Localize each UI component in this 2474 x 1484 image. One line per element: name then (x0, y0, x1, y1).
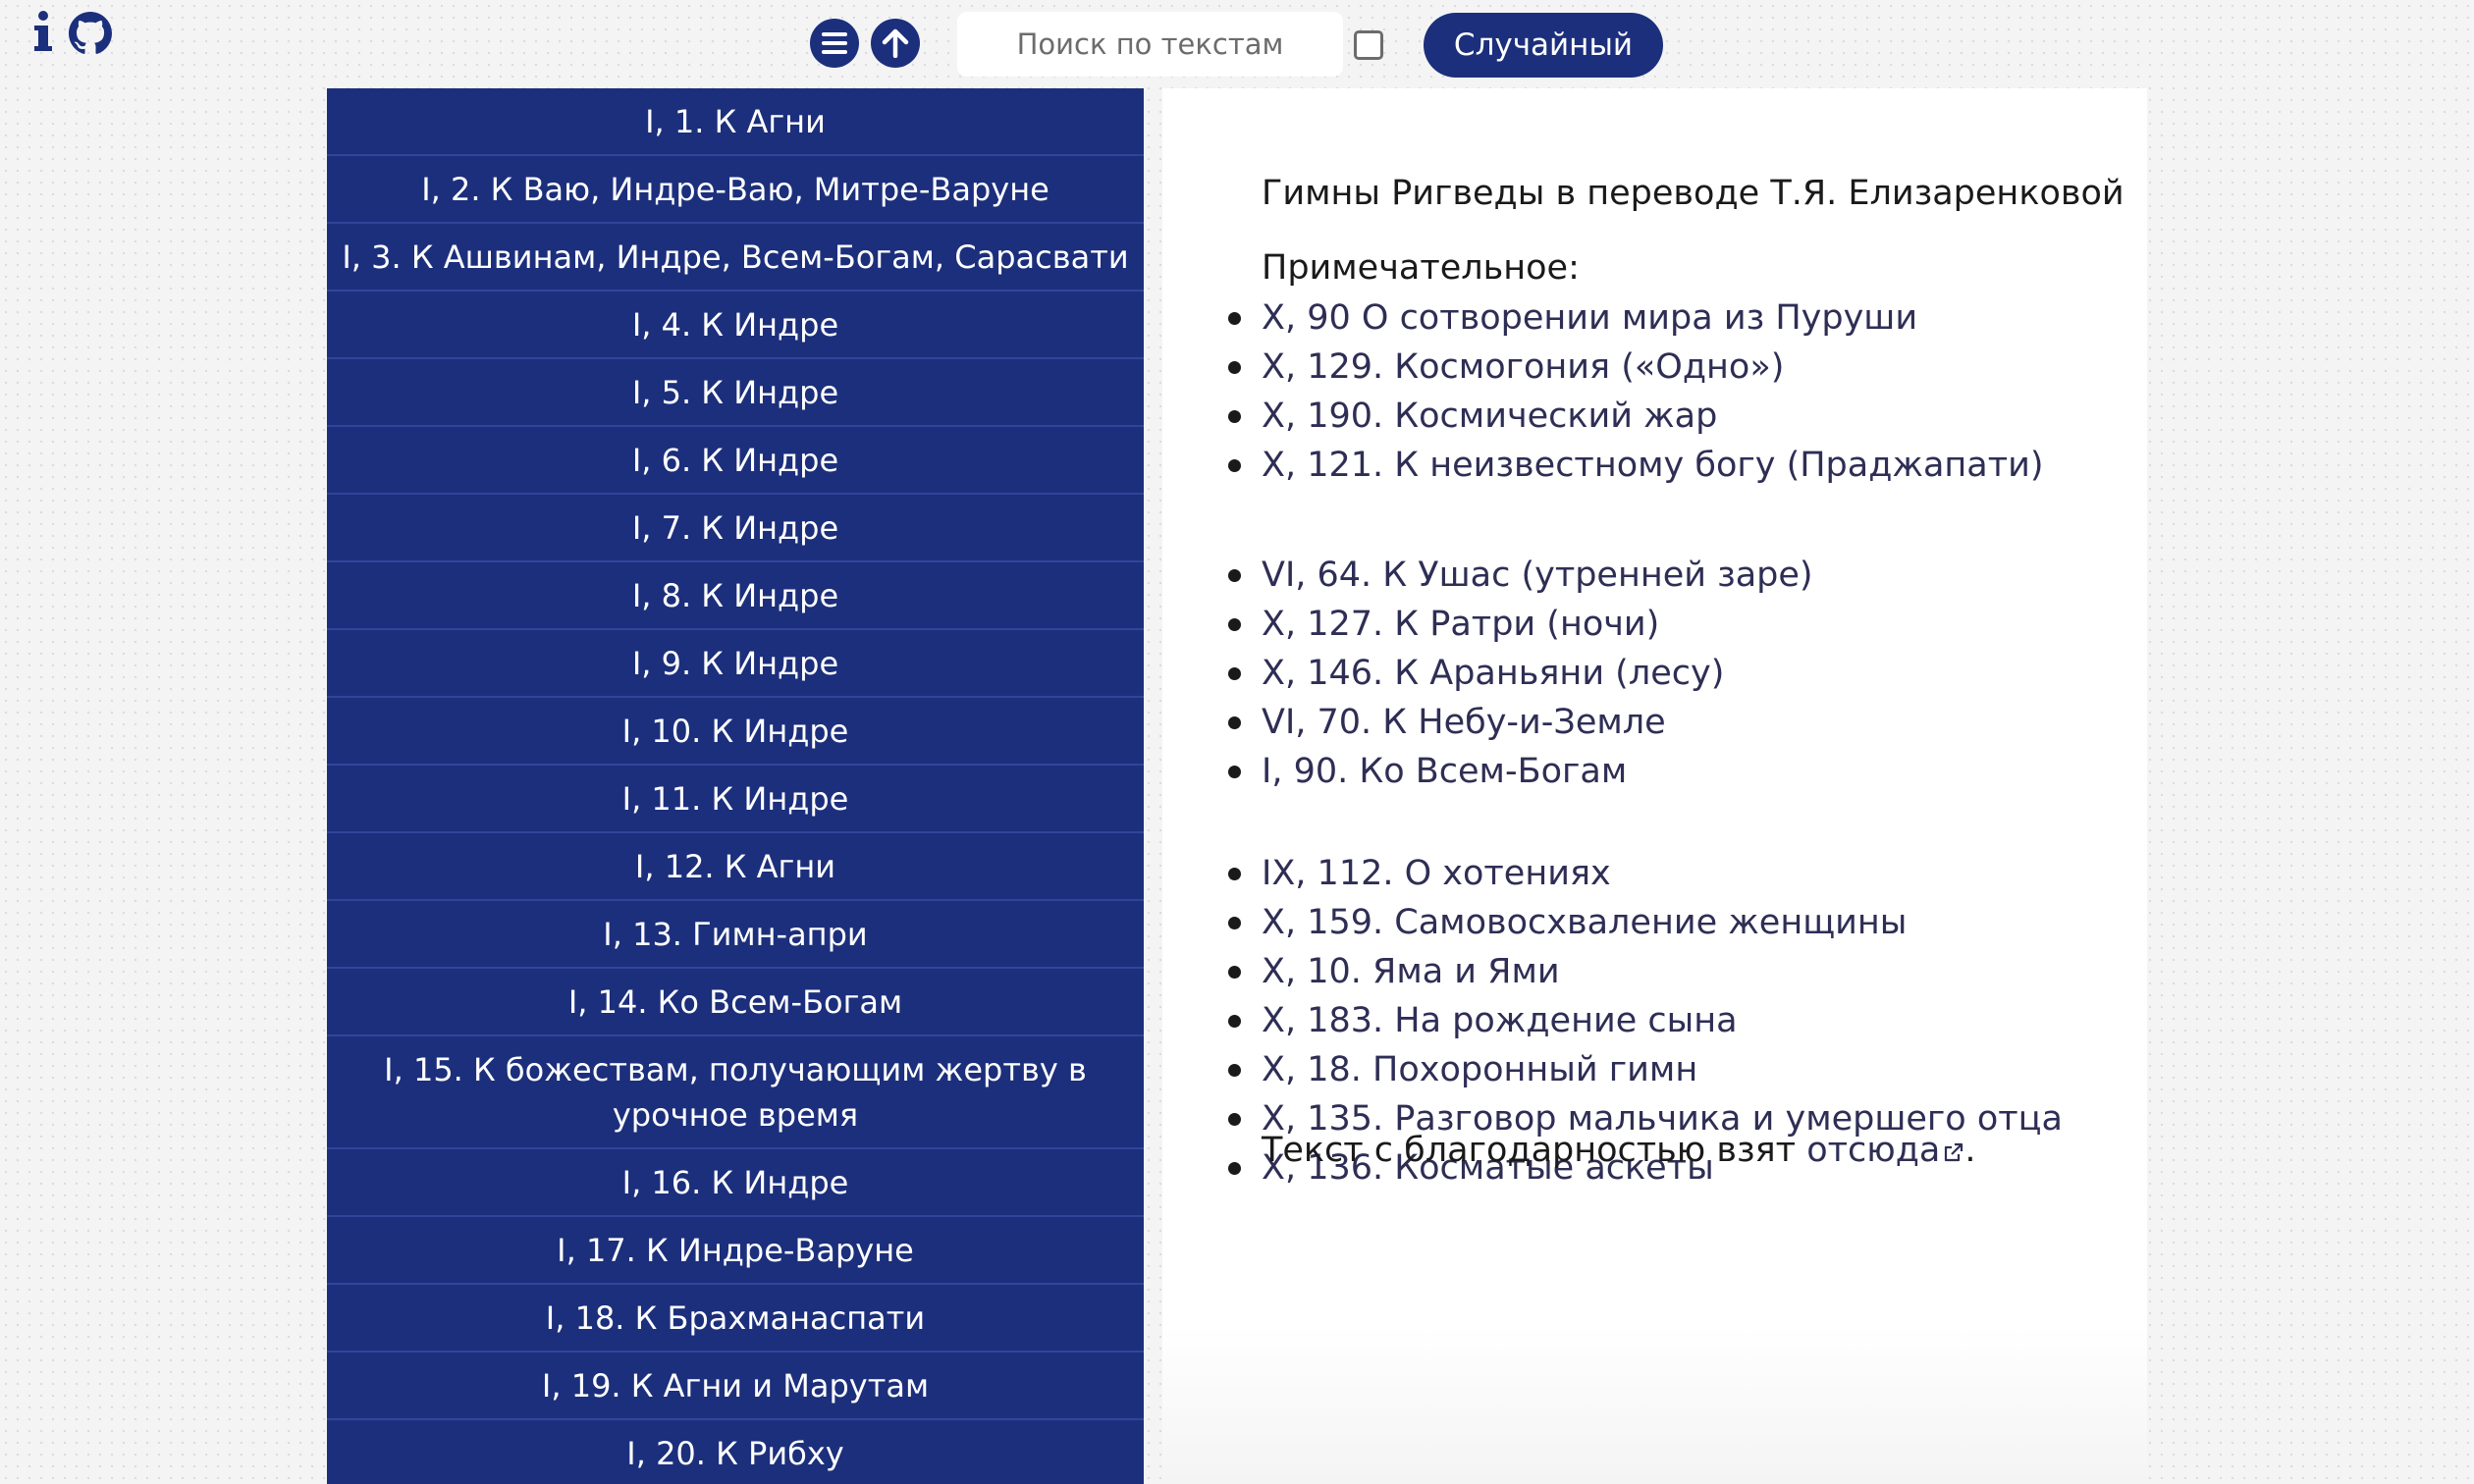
notable-link[interactable]: X, 10. Яма и Ями (1228, 947, 2063, 996)
sidebar-item[interactable]: I, 1. К Агни (327, 88, 1144, 156)
scroll-up-button[interactable] (871, 19, 920, 68)
sidebar-item[interactable]: I, 19. К Агни и Марутам (327, 1352, 1144, 1420)
sidebar-item[interactable]: I, 8. К Индре (327, 562, 1144, 630)
search-input[interactable] (957, 12, 1343, 77)
sidebar-item[interactable]: I, 17. К Индре-Варуне (327, 1217, 1144, 1285)
search-options-checkbox[interactable] (1354, 30, 1383, 60)
sidebar-item[interactable]: I, 9. К Индре (327, 630, 1144, 698)
content-panel: Гимны Ригведы в переводе Т.Я. Елизаренко… (1162, 88, 2147, 1484)
external-link-icon (1945, 1142, 1963, 1162)
notable-heading: Примечательное: (1262, 248, 1580, 288)
sidebar-item[interactable]: I, 11. К Индре (327, 766, 1144, 833)
sidebar-item[interactable]: I, 12. К Агни (327, 833, 1144, 901)
arrow-up-icon (882, 28, 909, 58)
credit-label: Текст с благодарностью взят (1262, 1131, 1807, 1170)
sidebar-item[interactable]: I, 5. К Индре (327, 359, 1144, 427)
notable-list-group-2: VI, 64. К Ушас (утренней заре) X, 127. К… (1228, 551, 1813, 796)
credit-end: . (1964, 1131, 1976, 1170)
notable-link[interactable]: I, 90. Ко Всем-Богам (1228, 747, 1813, 796)
random-button[interactable]: Случайный (1424, 13, 1663, 78)
notable-link[interactable]: VI, 70. К Небу-и-Земле (1228, 698, 1813, 747)
notable-link[interactable]: X, 129. Космогония («Одно») (1228, 343, 2044, 392)
info-icon[interactable] (31, 10, 55, 53)
github-icon[interactable] (69, 12, 112, 55)
sidebar-item[interactable]: I, 15. К божествам, получающим жертву в … (327, 1036, 1144, 1149)
menu-icon (822, 32, 847, 54)
notable-link[interactable]: X, 127. К Ратри (ночи) (1228, 600, 1813, 649)
notable-link[interactable]: X, 18. Похоронный гимн (1228, 1045, 2063, 1094)
sidebar-item[interactable]: I, 3. К Ашвинам, Индре, Всем-Богам, Сара… (327, 224, 1144, 292)
sidebar-item[interactable]: I, 10. К Индре (327, 698, 1144, 766)
notable-link[interactable]: X, 190. Космический жар (1228, 392, 2044, 441)
notable-link[interactable]: X, 121. К неизвестному богу (Праджапати) (1228, 441, 2044, 490)
credit-text: Текст с благодарностью взят отсюда. (1262, 1131, 1976, 1170)
sidebar-item[interactable]: I, 14. Ко Всем-Богам (327, 969, 1144, 1036)
notable-link[interactable]: IX, 112. О хотениях (1228, 849, 2063, 898)
notable-link[interactable]: X, 183. На рождение сына (1228, 996, 2063, 1045)
sidebar-item[interactable]: I, 16. К Индре (327, 1149, 1144, 1217)
notable-list-group-1: X, 90 О сотворении мира из Пуруши X, 129… (1228, 293, 2044, 490)
notable-link[interactable]: X, 146. К Араньяни (лесу) (1228, 649, 1813, 698)
source-link[interactable]: отсюда (1806, 1131, 1964, 1170)
page-title: Гимны Ригведы в переводе Т.Я. Елизаренко… (1262, 174, 2124, 213)
sidebar-item[interactable]: I, 6. К Индре (327, 427, 1144, 495)
hymn-list-sidebar: I, 1. К Агни I, 2. К Ваю, Индре-Ваю, Мит… (327, 88, 1144, 1484)
notable-link[interactable]: X, 159. Самовосхваление женщины (1228, 898, 2063, 947)
sidebar-item[interactable]: I, 20. К Рибху (327, 1420, 1144, 1484)
sidebar-item[interactable]: I, 13. Гимн-апри (327, 901, 1144, 969)
sidebar-item[interactable]: I, 7. К Индре (327, 495, 1144, 562)
notable-link[interactable]: VI, 64. К Ушас (утренней заре) (1228, 551, 1813, 600)
top-bar: Случайный (0, 0, 2474, 88)
notable-link[interactable]: X, 90 О сотворении мира из Пуруши (1228, 293, 2044, 343)
sidebar-item[interactable]: I, 4. К Индре (327, 292, 1144, 359)
sidebar-item[interactable]: I, 2. К Ваю, Индре-Ваю, Митре-Варуне (327, 156, 1144, 224)
menu-button[interactable] (810, 19, 859, 68)
sidebar-item[interactable]: I, 18. К Брахманаспати (327, 1285, 1144, 1352)
source-link-label: отсюда (1806, 1131, 1941, 1170)
